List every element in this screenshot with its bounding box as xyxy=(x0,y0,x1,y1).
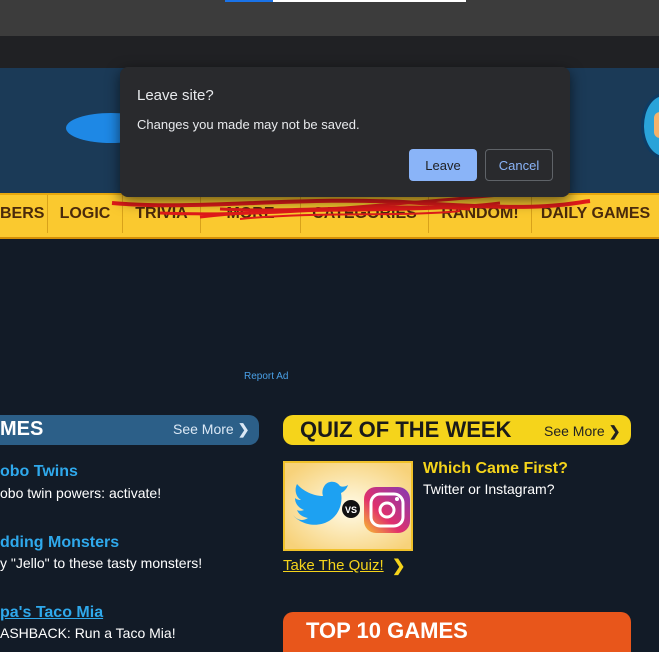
take-quiz-link[interactable]: Take The Quiz! xyxy=(283,557,384,574)
game-description: y "Jello" to these tasty monsters! xyxy=(0,555,203,571)
report-ad-link[interactable]: Report Ad xyxy=(244,371,288,382)
nav-item-logic[interactable]: LOGIC xyxy=(48,195,123,233)
mascot-icon[interactable] xyxy=(641,93,659,159)
quiz-question-link[interactable]: Which Came First? xyxy=(423,460,568,478)
vs-badge-icon: VS xyxy=(342,500,360,518)
main-nav: BERS LOGIC TRIVIA MORE CATEGORIES RANDOM… xyxy=(0,193,659,239)
chevron-right-icon: ❯ xyxy=(237,421,250,437)
games-see-more-link[interactable]: See More ❯ xyxy=(173,421,249,438)
games-section-title: MES xyxy=(0,418,44,440)
nav-item-daily-games[interactable]: DAILY GAMES xyxy=(532,195,659,233)
game-description: obo twin powers: activate! xyxy=(0,485,162,501)
game-title-link[interactable]: obo Twins xyxy=(0,463,78,481)
nav-item-numbers[interactable]: BERS xyxy=(0,195,48,233)
cancel-button[interactable]: Cancel xyxy=(485,149,553,181)
quiz-section-title: QUIZ OF THE WEEK xyxy=(300,417,512,442)
top10-section-title: TOP 10 GAMES xyxy=(306,618,468,643)
chevron-right-icon: ❯ xyxy=(608,423,621,439)
nav-item-more[interactable]: MORE xyxy=(201,195,301,233)
nav-item-categories[interactable]: CATEGORIES xyxy=(301,195,429,233)
nav-item-trivia[interactable]: TRIVIA xyxy=(123,195,201,233)
quiz-see-more-link[interactable]: See More ❯ xyxy=(544,423,620,440)
game-title-link[interactable]: pa's Taco Mia xyxy=(0,604,103,622)
dialog-message: Changes you made may not be saved. xyxy=(137,117,360,132)
nav-item-random[interactable]: RANDOM! xyxy=(429,195,532,233)
browser-tab-strip xyxy=(0,0,659,36)
leave-button[interactable]: Leave xyxy=(409,149,477,181)
instagram-icon xyxy=(364,487,410,533)
dialog-title: Leave site? xyxy=(137,87,214,104)
game-description: ASHBACK: Run a Taco Mia! xyxy=(0,625,176,641)
quiz-thumbnail[interactable]: VS xyxy=(283,461,413,551)
svg-text:VS: VS xyxy=(345,505,357,515)
loading-progress-bar xyxy=(225,0,466,2)
browser-toolbar xyxy=(0,36,659,68)
quiz-subtitle: Twitter or Instagram? xyxy=(423,481,555,497)
game-title-link[interactable]: dding Monsters xyxy=(0,534,119,552)
chevron-right-icon: ❯ xyxy=(392,558,406,575)
